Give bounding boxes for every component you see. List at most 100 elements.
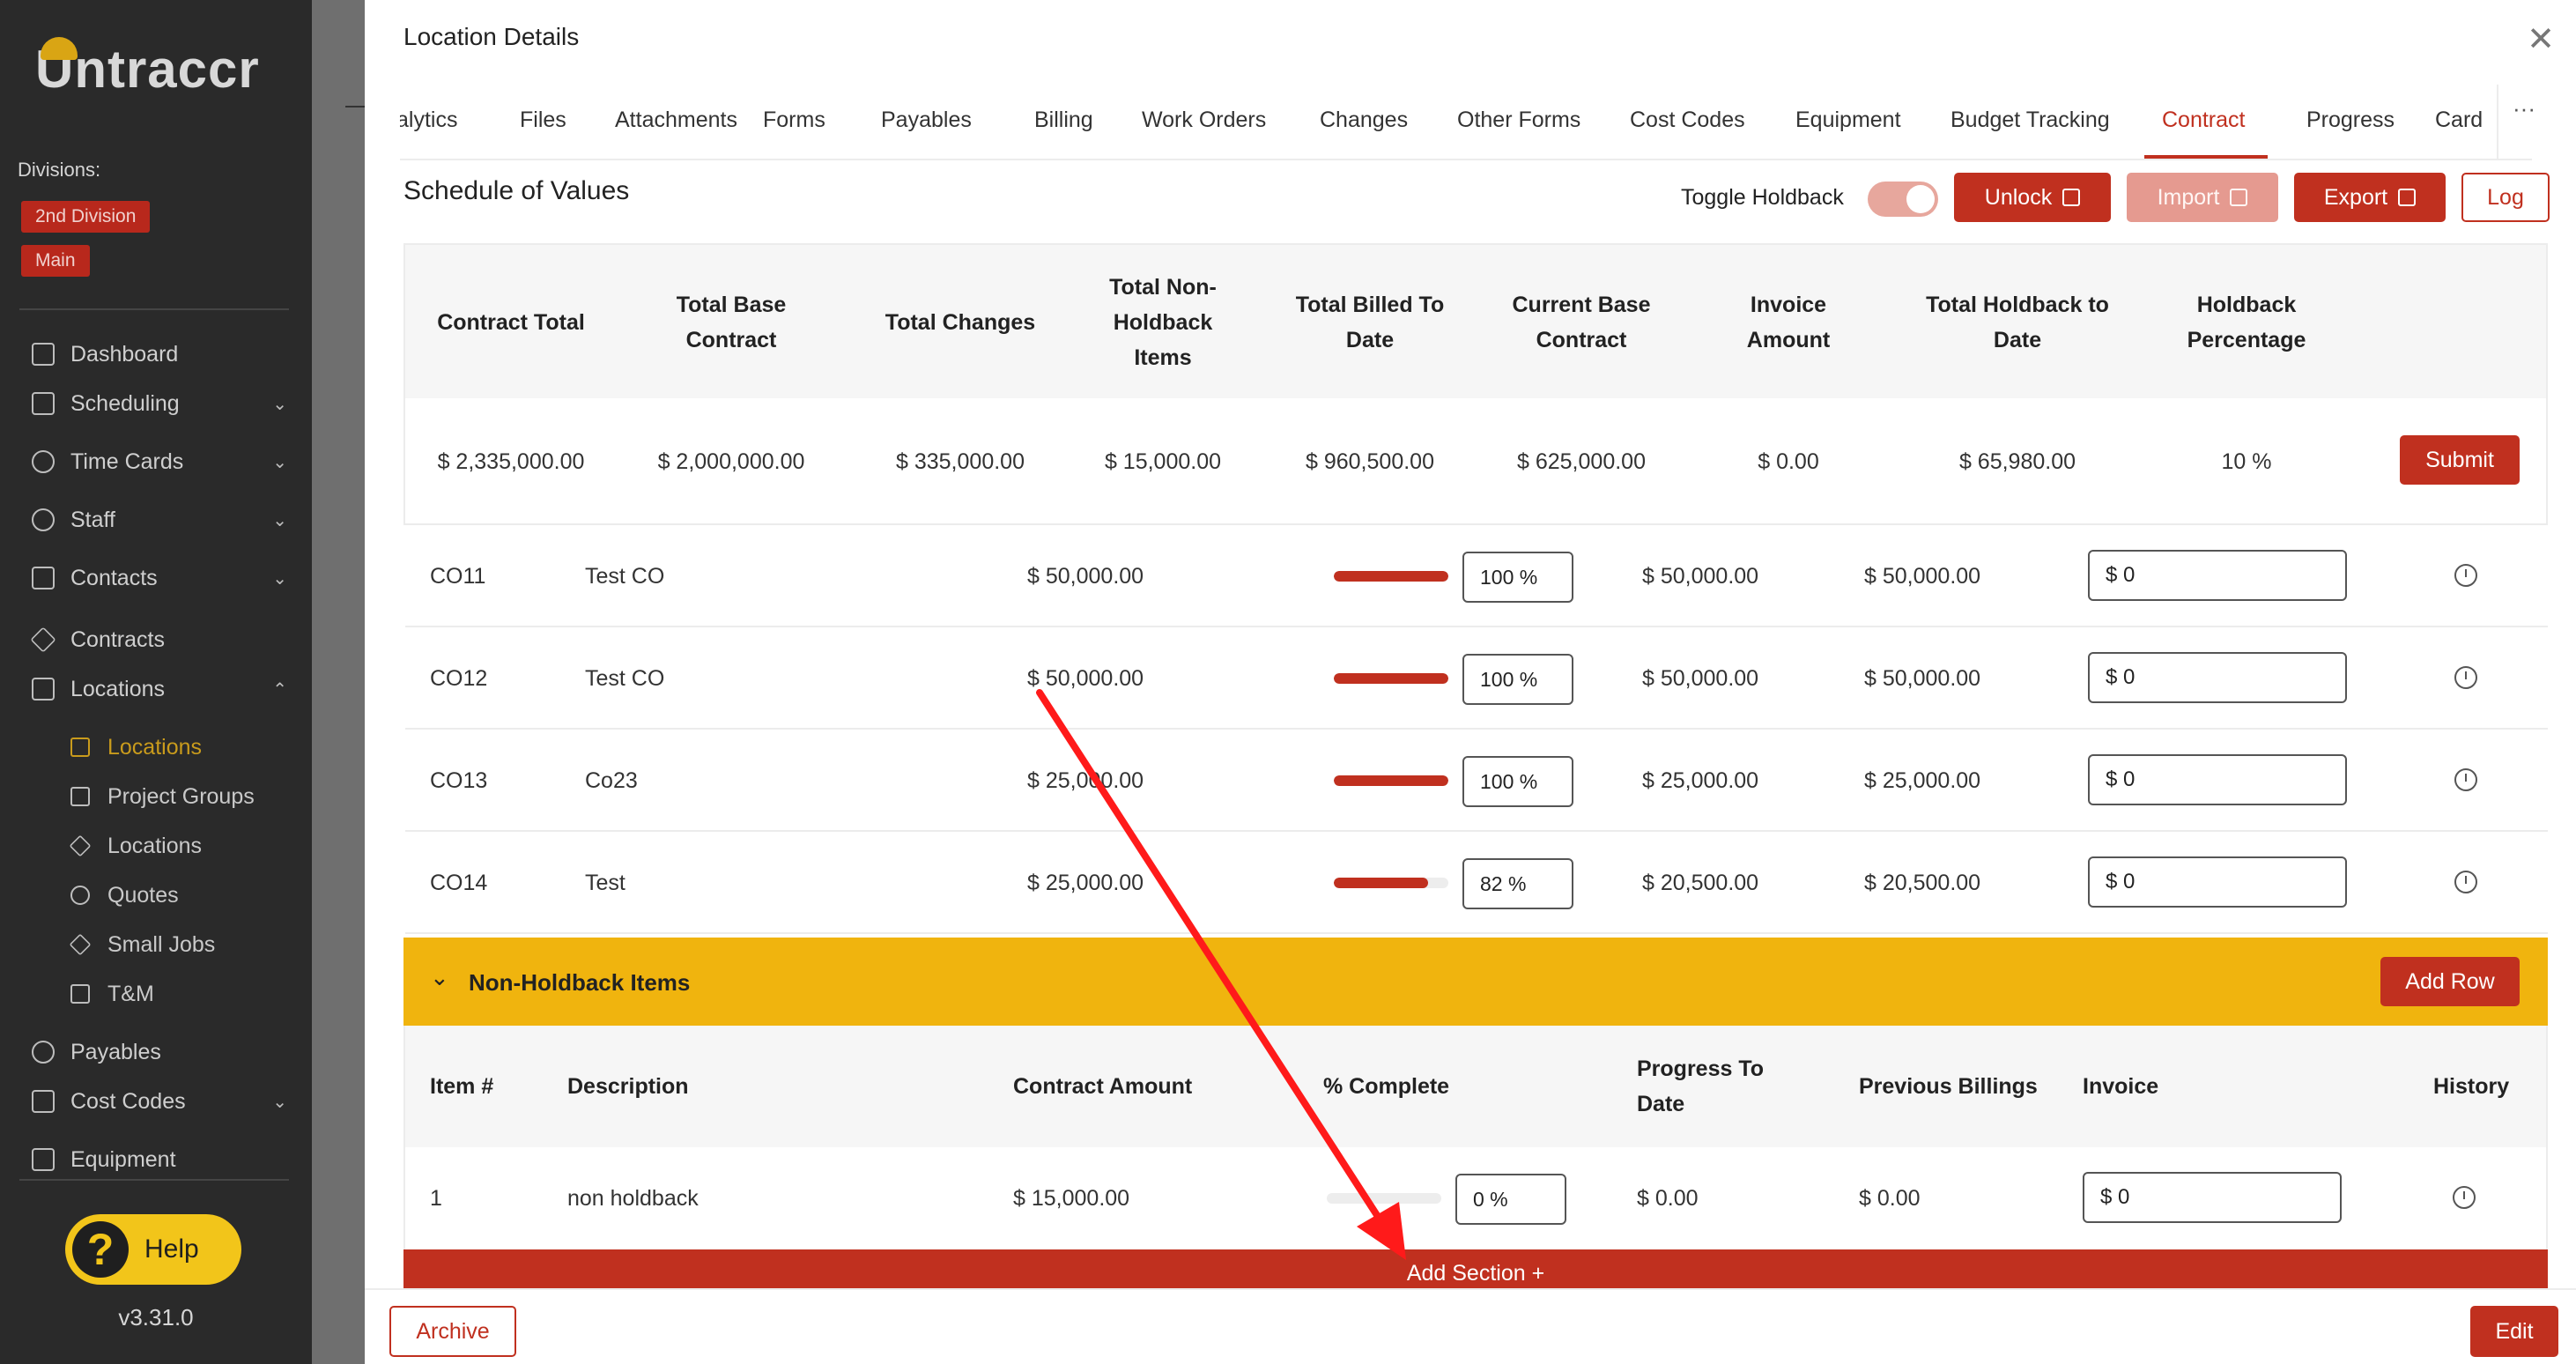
description: Test CO: [585, 563, 665, 589]
subnav-small-jobs[interactable]: Small Jobs: [69, 927, 215, 962]
percent-complete-input[interactable]: 0 %: [1455, 1174, 1566, 1225]
header-invoice-amount: Invoice Amount: [1746, 293, 1831, 352]
ontraccr-logo[interactable]: Untraccr: [35, 33, 260, 104]
tab-forms[interactable]: Forms: [763, 107, 825, 133]
archive-button[interactable]: Archive: [389, 1306, 516, 1357]
header-total-non-holdback: Total Non-Holdback Items: [1109, 275, 1217, 370]
invoice-input[interactable]: $ 0: [2088, 754, 2347, 805]
progress-to-date: $ 50,000.00: [1642, 665, 1759, 691]
tab-budget-tracking[interactable]: Budget Tracking: [1951, 107, 2110, 133]
sidebar-divider: [19, 1179, 289, 1181]
header-contract-amount: Contract Amount: [1013, 1074, 1193, 1099]
history-icon[interactable]: [2454, 871, 2477, 893]
nav-contacts[interactable]: Contacts ⌄: [32, 560, 287, 596]
nav-dashboard[interactable]: Dashboard: [32, 337, 287, 372]
subnav-locations-active[interactable]: Locations: [70, 730, 202, 765]
percent-complete-input[interactable]: 100 %: [1462, 552, 1573, 603]
tab-contract[interactable]: Contract: [2162, 107, 2245, 133]
add-section-button[interactable]: Add Section +: [403, 1249, 2548, 1288]
home-icon: [32, 343, 55, 366]
nav-payables[interactable]: Payables: [32, 1034, 287, 1070]
percent-complete-input[interactable]: 100 %: [1462, 756, 1573, 807]
percent-complete-input[interactable]: 82 %: [1462, 858, 1573, 909]
previous-billings: $ 50,000.00: [1864, 563, 1981, 589]
invoice-input[interactable]: $ 0: [2088, 856, 2347, 908]
chevron-down-icon[interactable]: ⌄: [430, 964, 449, 991]
table-row: CO12 Test CO $ 50,000.00 100 % $ 50,000.…: [405, 627, 2548, 730]
log-button[interactable]: Log: [2461, 173, 2550, 222]
tab-other-forms[interactable]: Other Forms: [1457, 107, 1580, 133]
percent-complete-input[interactable]: 100 %: [1462, 654, 1573, 705]
dollar-icon: [32, 1041, 55, 1064]
item-number: CO11: [430, 563, 486, 589]
nav-time-cards[interactable]: Time Cards ⌄: [32, 444, 287, 479]
description: Test: [585, 870, 625, 895]
unlock-button[interactable]: Unlock: [1954, 173, 2111, 222]
more-tabs-icon[interactable]: ···: [2497, 85, 2550, 160]
contract-amount: $ 50,000.00: [1027, 563, 1144, 589]
invoice-input[interactable]: $ 0: [2083, 1172, 2342, 1223]
tab-payables[interactable]: Payables: [881, 107, 972, 133]
value-contract-total: $ 2,335,000.00: [437, 449, 585, 474]
subnav-project-groups[interactable]: Project Groups: [70, 779, 255, 814]
nav-locations[interactable]: Locations ⌃: [32, 671, 287, 707]
history-icon[interactable]: [2454, 564, 2477, 587]
division-badge-2nd[interactable]: 2nd Division: [21, 201, 151, 233]
progress-to-date: $ 0.00: [1637, 1185, 1699, 1211]
non-holdback-table-header: Item # Description Contract Amount % Com…: [403, 1026, 2548, 1147]
contacts-icon: [32, 567, 55, 589]
non-holdback-section-header[interactable]: ⌄ Non-Holdback Items Add Row: [403, 938, 2548, 1026]
history-icon[interactable]: [2454, 768, 2477, 791]
previous-billings: $ 25,000.00: [1864, 767, 1981, 793]
edit-button[interactable]: Edit: [2470, 1306, 2558, 1357]
contract-amount: $ 25,000.00: [1027, 767, 1144, 793]
clock-icon: [32, 450, 55, 473]
chevron-down-icon: ⌄: [272, 394, 287, 414]
help-button[interactable]: ? Help: [65, 1214, 241, 1285]
tab-changes[interactable]: Changes: [1320, 107, 1408, 133]
tab-analytics[interactable]: alytics: [400, 107, 457, 133]
diamond-icon: [30, 626, 56, 653]
tab-progress[interactable]: Progress: [2306, 107, 2395, 133]
header-previous-billings: Previous Billings: [1859, 1074, 2038, 1099]
import-button[interactable]: Import: [2127, 173, 2278, 222]
history-icon[interactable]: [2453, 1186, 2476, 1209]
tab-billing[interactable]: Billing: [1034, 107, 1093, 133]
progress-bar: [1327, 1193, 1441, 1204]
subnav-locations[interactable]: Locations: [69, 828, 202, 864]
value-total-billed: $ 960,500.00: [1306, 449, 1434, 474]
division-badge-main[interactable]: Main: [21, 245, 90, 277]
header-contract-total: Contract Total: [437, 310, 585, 335]
progress-bar: [1334, 878, 1448, 888]
submit-button[interactable]: Submit: [2400, 435, 2520, 485]
add-row-button[interactable]: Add Row: [2380, 957, 2520, 1006]
history-icon[interactable]: [2454, 666, 2477, 689]
close-icon[interactable]: ✕: [2527, 23, 2555, 56]
background-divider: [345, 106, 365, 107]
divisions-label: Divisions:: [18, 159, 101, 181]
previous-billings: $ 20,500.00: [1864, 870, 1981, 895]
tab-cost-codes[interactable]: Cost Codes: [1630, 107, 1745, 133]
nav-staff[interactable]: Staff ⌄: [32, 502, 287, 537]
toggle-knob: [1906, 185, 1935, 213]
invoice-input[interactable]: $ 0: [2088, 652, 2347, 703]
tab-equipment[interactable]: Equipment: [1795, 107, 1901, 133]
nav-scheduling[interactable]: Scheduling ⌄: [32, 386, 287, 421]
holdback-toggle[interactable]: [1868, 182, 1938, 217]
tab-card[interactable]: Card: [2435, 107, 2483, 133]
subnav-tm[interactable]: T&M: [70, 976, 154, 1012]
chevron-up-icon: ⌃: [272, 679, 287, 700]
invoice-input[interactable]: $ 0: [2088, 550, 2347, 601]
tab-attachments[interactable]: Attachments: [615, 107, 737, 133]
chevron-down-icon: ⌄: [272, 452, 287, 472]
nav-contracts[interactable]: Contracts: [30, 622, 287, 657]
contract-amount: $ 50,000.00: [1027, 665, 1144, 691]
tab-files[interactable]: Files: [520, 107, 566, 133]
nav-equipment[interactable]: Equipment: [32, 1142, 287, 1177]
nav-cost-codes[interactable]: Cost Codes ⌄: [32, 1084, 287, 1119]
export-button[interactable]: Export: [2294, 173, 2446, 222]
tab-work-orders[interactable]: Work Orders: [1142, 107, 1266, 133]
subnav-quotes[interactable]: Quotes: [70, 878, 179, 913]
header-total-billed: Total Billed To Date: [1295, 293, 1445, 352]
active-tab-indicator: [2144, 155, 2268, 159]
